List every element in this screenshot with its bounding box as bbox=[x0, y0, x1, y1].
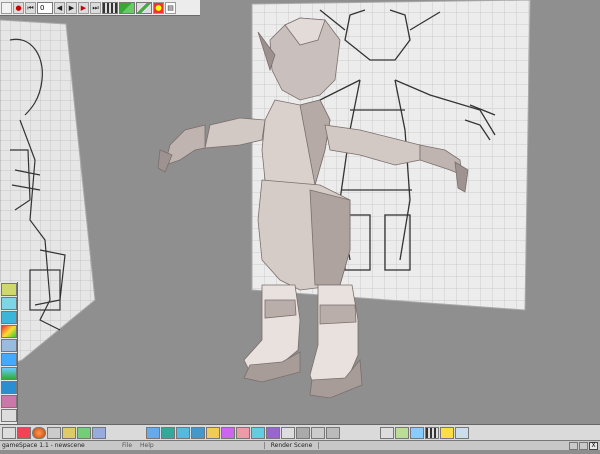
water-tool-icon[interactable] bbox=[1, 381, 17, 394]
sky-icon[interactable] bbox=[410, 426, 424, 439]
map-icon[interactable] bbox=[395, 426, 409, 439]
top-toolbar: ● ⏮ 0 ◀ ▶ ▶ ⏭ ▤ bbox=[0, 0, 200, 16]
sphere-icon[interactable] bbox=[32, 426, 46, 439]
mirror-icon[interactable] bbox=[311, 426, 325, 439]
torus-icon[interactable] bbox=[92, 426, 106, 439]
play-icon[interactable]: ▶ bbox=[78, 1, 89, 14]
lathe-icon[interactable] bbox=[161, 426, 175, 439]
scale-tool-icon[interactable] bbox=[1, 297, 17, 310]
smooth-icon[interactable] bbox=[251, 426, 265, 439]
render-icon[interactable]: ▤ bbox=[165, 1, 176, 14]
terrain-tool-icon[interactable] bbox=[1, 367, 17, 380]
menu-file[interactable]: File bbox=[118, 442, 136, 449]
bottom-toolbar bbox=[0, 424, 600, 440]
paint-tool-icon[interactable] bbox=[1, 325, 17, 338]
step-back-icon[interactable]: ◀ bbox=[54, 1, 65, 14]
step-forward-icon[interactable]: ▶ bbox=[66, 1, 77, 14]
select-icon[interactable] bbox=[2, 426, 16, 439]
material-icon[interactable] bbox=[153, 1, 164, 14]
last-frame-icon[interactable]: ⏭ bbox=[90, 1, 101, 14]
cylinder-icon[interactable] bbox=[47, 426, 61, 439]
timeline-icon[interactable] bbox=[102, 1, 118, 14]
bevel-icon[interactable] bbox=[176, 426, 190, 439]
camera-tool-icon[interactable] bbox=[1, 353, 17, 366]
left-toolbar bbox=[0, 282, 18, 424]
menu-help[interactable]: Help bbox=[136, 442, 158, 449]
maximize-icon[interactable] bbox=[579, 441, 588, 450]
minimize-icon[interactable] bbox=[569, 441, 578, 450]
align-icon[interactable] bbox=[296, 426, 310, 439]
layer-tool-icon[interactable] bbox=[1, 409, 17, 422]
status-bar: gameSpace 1.1 - newscene File Help Rende… bbox=[0, 440, 600, 450]
frame-field[interactable]: 0 bbox=[37, 1, 53, 14]
light-editor-icon[interactable] bbox=[440, 426, 454, 439]
paint-icon[interactable] bbox=[119, 1, 135, 14]
render-editor-icon[interactable] bbox=[455, 426, 469, 439]
twist-icon[interactable] bbox=[191, 426, 205, 439]
taper-icon[interactable] bbox=[221, 426, 235, 439]
material-editor-icon[interactable] bbox=[380, 426, 394, 439]
array-icon[interactable] bbox=[326, 426, 340, 439]
subdivide-icon[interactable] bbox=[236, 426, 250, 439]
bend-icon[interactable] bbox=[206, 426, 220, 439]
plane-icon[interactable] bbox=[77, 426, 91, 439]
bones-icon[interactable] bbox=[136, 1, 152, 14]
group-icon[interactable] bbox=[281, 426, 295, 439]
extrude-icon[interactable] bbox=[146, 426, 160, 439]
texture-tool-icon[interactable] bbox=[1, 395, 17, 408]
rotate-tool-icon[interactable] bbox=[1, 311, 17, 324]
cone-icon[interactable] bbox=[62, 426, 76, 439]
close-icon[interactable]: X bbox=[589, 441, 598, 450]
3d-viewport[interactable] bbox=[0, 0, 600, 450]
first-frame-icon[interactable]: ⏮ bbox=[25, 1, 36, 14]
boolean-icon[interactable] bbox=[266, 426, 280, 439]
light-tool-icon[interactable] bbox=[1, 339, 17, 352]
timeline-editor-icon[interactable] bbox=[425, 426, 439, 439]
move-tool-icon[interactable] bbox=[1, 283, 17, 296]
record-icon[interactable]: ● bbox=[13, 1, 24, 14]
new-icon[interactable] bbox=[1, 1, 12, 14]
app-title: gameSpace 1.1 - newscene bbox=[2, 442, 85, 449]
box-icon[interactable] bbox=[17, 426, 31, 439]
scene-render bbox=[0, 0, 531, 399]
active-tab-render-scene[interactable]: Render Scene bbox=[263, 442, 320, 449]
